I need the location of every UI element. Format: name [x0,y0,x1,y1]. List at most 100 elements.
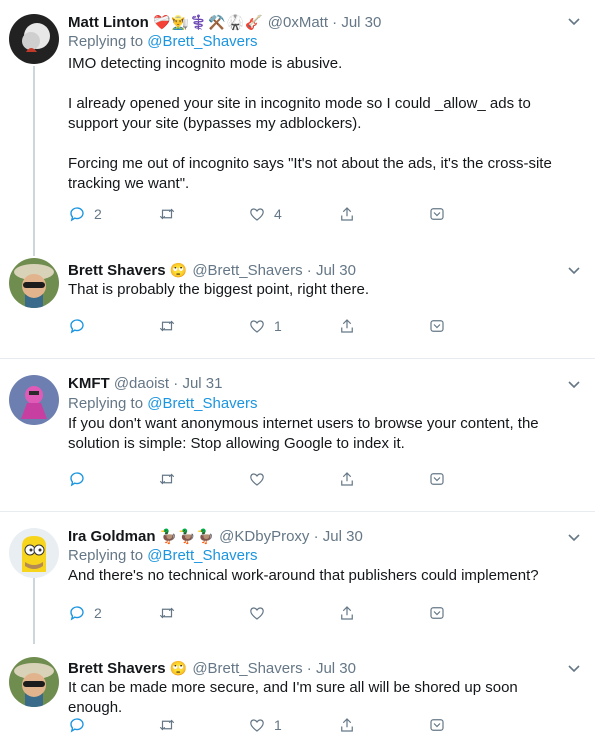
save-button[interactable] [428,204,446,224]
avatar[interactable] [9,14,59,64]
tweet-text: If you don't want anonymous internet use… [68,415,543,452]
mention-link[interactable]: @Brett_Shavers [147,395,257,412]
chevron-down-icon[interactable] [567,661,581,675]
like-button[interactable]: 4 [248,204,282,224]
share-icon [341,319,353,333]
share-button[interactable] [338,204,356,224]
retweet-icon [159,320,175,332]
save-button[interactable] [428,603,446,623]
tweet-text: And there's no technical work-around tha… [68,567,539,584]
chevron-down-icon[interactable] [567,14,581,28]
reply-button[interactable] [68,469,94,489]
timestamp[interactable]: Jul 30 [316,660,356,677]
retweet-button[interactable] [158,603,184,623]
heart-icon [250,719,264,732]
display-name[interactable]: Brett Shavers [68,660,166,677]
mention-link[interactable]: @Brett_Shavers [147,547,257,564]
heart-icon [250,208,264,221]
tweet-brett-shavers-1[interactable]: Brett Shavers 🙄 @Brett_Shavers · Jul 30 … [0,250,595,356]
retweet-button[interactable] [158,204,184,224]
save-button[interactable] [428,715,446,735]
save-icon [430,320,444,332]
reply-count: 2 [94,605,102,621]
tweet-kmft[interactable]: KMFT @daoist · Jul 31 Replying to @Brett… [0,359,595,509]
save-icon [430,208,444,220]
replying-prefix: Replying to [68,395,148,412]
like-button[interactable] [248,469,274,489]
user-handle[interactable]: @Brett_Shavers [192,262,302,279]
name-emoji: 🙄 [169,262,189,278]
avatar[interactable] [9,258,59,308]
reply-count: 2 [94,206,102,222]
save-icon [430,719,444,731]
like-button[interactable]: 1 [248,316,282,336]
display-name[interactable]: Brett Shavers [68,262,166,279]
retweet-icon [159,208,175,220]
share-button[interactable] [338,715,356,735]
separator-dot: · [332,14,338,31]
tweet-ira-goldman[interactable]: Ira Goldman 🦆🦆🦆 @KDbyProxy · Jul 30 Repl… [0,512,595,652]
like-count: 4 [274,206,282,222]
reply-button[interactable] [68,316,94,336]
retweet-icon [159,719,175,731]
user-handle[interactable]: @Brett_Shavers [192,660,302,677]
retweet-icon [159,607,175,619]
replying-prefix: Replying to [68,547,148,564]
avatar[interactable] [9,657,59,707]
like-count: 1 [274,318,282,334]
replying-prefix: Replying to [68,33,148,50]
save-icon [430,473,444,485]
avatar[interactable] [9,375,59,425]
retweet-button[interactable] [158,316,184,336]
reply-icon [70,207,84,222]
chevron-down-icon[interactable] [567,530,581,544]
share-icon [341,606,353,620]
like-button[interactable] [248,603,274,623]
tweet-brett-shavers-2[interactable]: Brett Shavers 🙄 @Brett_Shavers · Jul 30 … [0,648,595,751]
name-emoji: 🙄 [169,660,189,676]
tweet-text: It can be made more secure, and I'm sure… [68,679,522,716]
mention-link[interactable]: @Brett_Shavers [147,33,257,50]
share-button[interactable] [338,469,356,489]
user-handle[interactable]: @KDbyProxy [219,528,309,545]
user-handle[interactable]: @daoist [114,375,169,392]
retweet-button[interactable] [158,715,184,735]
timestamp[interactable]: Jul 31 [182,375,222,392]
heart-icon [250,320,264,333]
tweet-text: IMO detecting incognito mode is abusive.… [68,55,552,192]
display-name[interactable]: Matt Linton [68,14,149,31]
retweet-button[interactable] [158,469,184,489]
tweet-matt-linton[interactable]: Matt Linton ❤️‍🩹👨‍🌾⚕️⚒️🥋🎸 @0xMatt · Jul … [0,0,595,256]
share-button[interactable] [338,603,356,623]
avatar[interactable] [9,528,59,578]
name-emoji: 🦆🦆🦆 [159,528,215,544]
replying-to: Replying to @Brett_Shavers [68,394,575,414]
display-name[interactable]: Ira Goldman [68,528,156,545]
share-button[interactable] [338,316,356,336]
chevron-down-icon[interactable] [567,263,581,277]
user-handle[interactable]: @0xMatt [268,14,328,31]
reply-icon [70,606,84,621]
share-icon [341,472,353,486]
save-button[interactable] [428,316,446,336]
save-button[interactable] [428,469,446,489]
retweet-icon [159,473,175,485]
reply-button[interactable]: 2 [68,603,102,623]
thread-line [33,66,35,256]
reply-icon [70,718,84,733]
timestamp[interactable]: Jul 30 [341,14,381,31]
reply-button[interactable]: 2 [68,204,102,224]
separator-dot: · [306,660,312,677]
like-button[interactable]: 1 [248,715,282,735]
timestamp[interactable]: Jul 30 [323,528,363,545]
display-name[interactable]: KMFT [68,375,110,392]
separator-dot: · [313,528,319,545]
like-count: 1 [274,717,282,733]
chevron-down-icon[interactable] [567,377,581,391]
share-icon [341,718,353,732]
separator-dot: · [306,262,312,279]
name-emoji: ❤️‍🩹👨‍🌾⚕️⚒️🥋🎸 [152,14,264,30]
reply-button[interactable] [68,715,94,735]
tweet-text: That is probably the biggest point, righ… [68,281,370,298]
timestamp[interactable]: Jul 30 [316,262,356,279]
